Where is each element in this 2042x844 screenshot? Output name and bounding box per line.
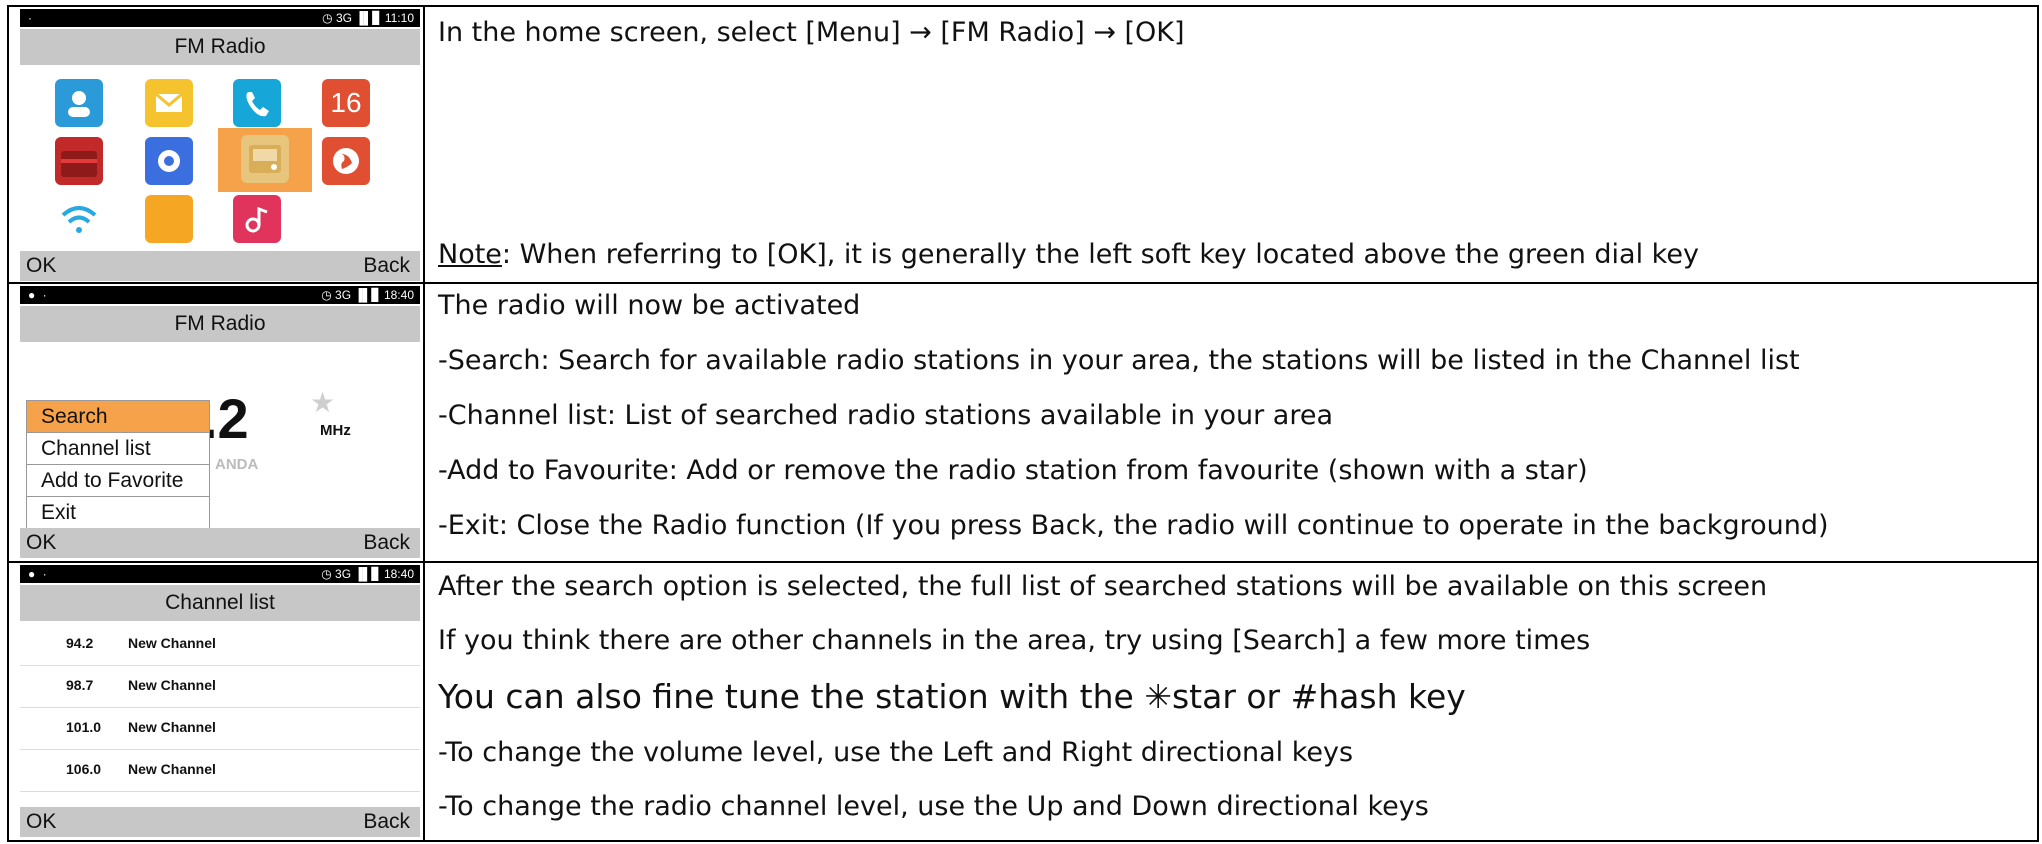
menu-item-exit[interactable]: Exit	[27, 497, 209, 528]
note-text: : When referring to [OK], it is generall…	[501, 239, 1699, 270]
wifi-icon[interactable]	[55, 195, 103, 243]
settings-icon[interactable]	[145, 137, 193, 185]
status-bar: · ◷ 3G ▐▌▊ 11:10	[20, 9, 420, 27]
favorite-star-icon[interactable]: ★	[310, 386, 335, 419]
note-line: Note: When referring to [OK], it is gene…	[438, 239, 1699, 270]
frequency-unit: MHz	[320, 421, 351, 439]
table-row: · ◷ 3G ▐▌▊ 11:10 FM Radio 16 OK Back In …	[7, 5, 2039, 284]
instruction-cell: In the home screen, select [Menu] → [FM …	[423, 5, 2039, 284]
radio-icon[interactable]	[241, 135, 289, 183]
band-label: ANDA	[215, 455, 259, 473]
ok-soft-key[interactable]: OK	[26, 807, 56, 837]
channel-frequency: 101.0	[66, 718, 102, 735]
status-right: ◷ 3G ▐▌▊ 11:10	[322, 11, 414, 25]
instruction-line: After the search option is selected, the…	[438, 570, 1768, 602]
instruction-line: If you think there are other channels in…	[438, 624, 1591, 656]
screenshot-cell: · ◷ 3G ▐▌▊ 11:10 FM Radio 16 OK Back	[7, 5, 425, 284]
screenshot-cell: ● · ◷ 3G ▐▌▊ 18:40 Channel list 94.2 New…	[7, 560, 425, 843]
options-menu: Search Channel list Add to Favorite Exit	[26, 399, 210, 529]
channel-row[interactable]: 94.2 New Channel	[20, 623, 420, 666]
screen-title: FM Radio	[20, 305, 420, 342]
channel-frequency: 98.7	[66, 676, 94, 693]
instruction-line: The radio will now be activated	[438, 289, 861, 321]
contacts-icon[interactable]	[55, 79, 103, 127]
phone-screenshot-channel-list: ● · ◷ 3G ▐▌▊ 18:40 Channel list 94.2 New…	[20, 564, 420, 837]
instruction-line: -Search: Search for available radio stat…	[438, 344, 1800, 376]
status-left: ·	[28, 11, 34, 25]
soft-key-bar: OK Back	[20, 251, 420, 281]
phone-screenshot-radio: ● · ◷ 3G ▐▌▊ 18:40 FM Radio .2 ★ MHz AND…	[20, 285, 420, 558]
status-right: ◷ 3G ▐▌▊ 18:40	[321, 566, 414, 581]
calendar-date: 16	[330, 87, 362, 118]
instruction-line: -To change the radio channel level, use …	[438, 790, 1429, 822]
channel-name: New Channel	[128, 718, 216, 735]
instruction-table: · ◷ 3G ▐▌▊ 11:10 FM Radio 16 OK Back In …	[7, 5, 2039, 843]
soft-key-bar: OK Back	[20, 806, 420, 837]
messages-icon[interactable]	[145, 79, 193, 127]
instruction-cell: The radio will now be activated -Search:…	[423, 281, 2039, 563]
menu-item-channel-list[interactable]: Channel list	[27, 433, 209, 465]
ok-soft-key[interactable]: OK	[26, 528, 56, 558]
music-icon[interactable]	[233, 195, 281, 243]
toolbox-icon[interactable]	[55, 137, 103, 185]
browser-icon[interactable]	[322, 137, 370, 185]
table-row: ● · ◷ 3G ▐▌▊ 18:40 Channel list 94.2 New…	[7, 560, 2039, 843]
instruction-line: In the home screen, select [Menu] → [FM …	[438, 17, 1185, 48]
calendar-icon[interactable]: 16	[322, 79, 370, 127]
screen-title: Channel list	[20, 584, 420, 621]
channel-frequency: 106.0	[66, 760, 102, 777]
channel-row[interactable]: 106.0 New Channel	[20, 749, 420, 792]
status-bar: ● · ◷ 3G ▐▌▊ 18:40	[20, 564, 420, 583]
soft-key-bar: OK Back	[20, 527, 420, 558]
back-soft-key[interactable]: Back	[363, 807, 410, 837]
notes-icon[interactable]	[145, 195, 193, 243]
instruction-line: -Channel list: List of searched radio st…	[438, 399, 1334, 431]
channel-frequency: 94.2	[66, 634, 94, 651]
ok-soft-key[interactable]: OK	[26, 251, 56, 281]
channel-name: New Channel	[128, 760, 216, 777]
status-bar: ● · ◷ 3G ▐▌▊ 18:40	[20, 285, 420, 304]
status-left: ● ·	[28, 287, 49, 302]
screenshot-cell: ● · ◷ 3G ▐▌▊ 18:40 FM Radio .2 ★ MHz AND…	[7, 281, 425, 563]
menu-item-search[interactable]: Search	[27, 400, 209, 433]
channel-name: New Channel	[128, 676, 216, 693]
status-right: ◷ 3G ▐▌▊ 18:40	[321, 287, 414, 302]
instruction-line: -Add to Favourite: Add or remove the rad…	[438, 454, 1588, 486]
channel-name: New Channel	[128, 634, 216, 651]
channel-row[interactable]: 101.0 New Channel	[20, 707, 420, 750]
instruction-line: -Exit: Close the Radio function (If you …	[438, 509, 1829, 541]
instruction-cell: After the search option is selected, the…	[423, 560, 2039, 843]
phone-icon[interactable]	[233, 79, 281, 127]
menu-item-add-to-favorite[interactable]: Add to Favorite	[27, 465, 209, 497]
back-soft-key[interactable]: Back	[363, 251, 410, 281]
instruction-line: -To change the volume level, use the Lef…	[438, 736, 1354, 768]
screen-title: FM Radio	[20, 29, 420, 65]
status-left: ● ·	[28, 566, 49, 581]
instruction-line: You can also fine tune the station with …	[438, 676, 1466, 716]
back-soft-key[interactable]: Back	[363, 528, 410, 558]
phone-screenshot-home: · ◷ 3G ▐▌▊ 11:10 FM Radio 16 OK Back	[20, 9, 420, 281]
table-row: ● · ◷ 3G ▐▌▊ 18:40 FM Radio .2 ★ MHz AND…	[7, 281, 2039, 563]
channel-row[interactable]: 98.7 New Channel	[20, 665, 420, 708]
note-label: Note	[438, 239, 502, 270]
